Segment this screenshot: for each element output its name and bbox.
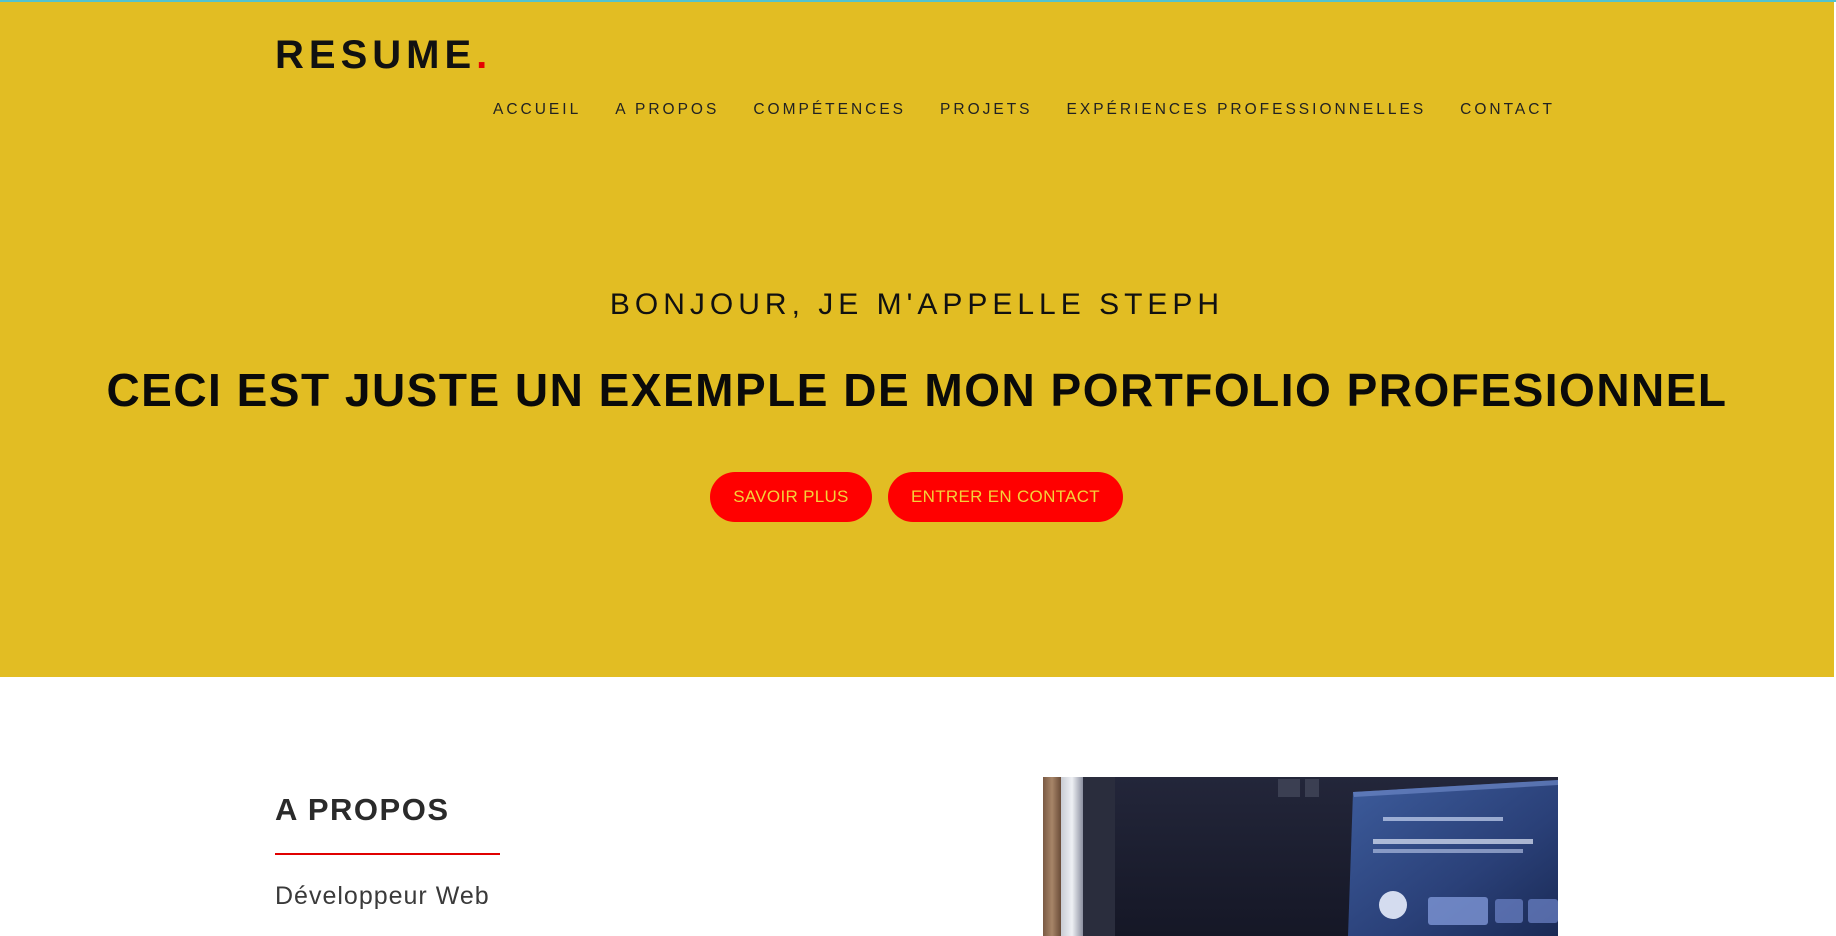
nav-item-competences[interactable]: COMPÉTENCES bbox=[753, 99, 906, 121]
nav-item-accueil[interactable]: ACCUEIL bbox=[493, 99, 581, 121]
hero-section: RESUME. ACCUEIL A PROPOS COMPÉTENCES PRO… bbox=[0, 2, 1834, 677]
about-title: A PROPOS bbox=[275, 792, 450, 827]
nav-item-projets[interactable]: PROJETS bbox=[940, 99, 1032, 121]
hero-title: CECI EST JUSTE UN EXEMPLE DE MON PORTFOL… bbox=[106, 364, 1728, 416]
hero-greeting: BONJOUR, JE M'APPELLE STEPH bbox=[609, 288, 1225, 321]
nav-item-experiences[interactable]: EXPÉRIENCES PROFESSIONNELLES bbox=[1067, 99, 1427, 121]
main-nav: ACCUEIL A PROPOS COMPÉTENCES PROJETS EXP… bbox=[493, 99, 1555, 121]
laptop-photo-image bbox=[1043, 777, 1558, 936]
savoir-plus-button[interactable]: SAVOIR PLUS bbox=[710, 472, 872, 522]
site-logo[interactable]: RESUME. bbox=[275, 30, 492, 80]
contact-button[interactable]: ENTRER EN CONTACT bbox=[888, 472, 1123, 522]
about-subtitle: Développeur Web bbox=[275, 882, 490, 910]
about-photo bbox=[1043, 777, 1558, 936]
nav-item-contact[interactable]: CONTACT bbox=[1460, 99, 1555, 121]
about-title-underline bbox=[275, 853, 500, 855]
nav-item-a-propos[interactable]: A PROPOS bbox=[615, 99, 719, 121]
logo-dot: . bbox=[476, 33, 493, 77]
logo-text: RESUME bbox=[275, 33, 477, 77]
